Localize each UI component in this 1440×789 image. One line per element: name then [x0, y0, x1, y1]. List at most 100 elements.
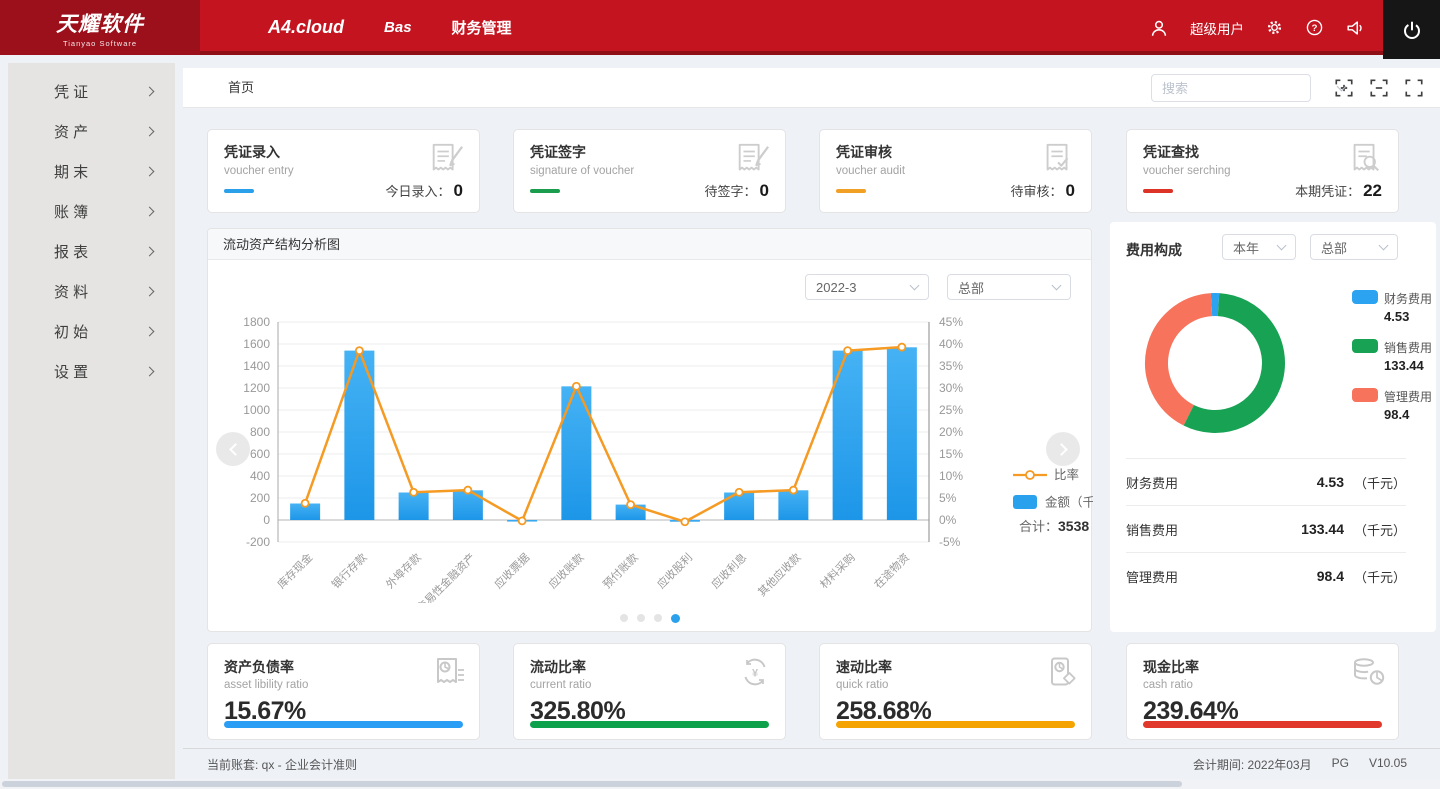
- chevron-down-icon: [910, 280, 920, 290]
- header-user-area: 超级用户 ?: [1149, 0, 1365, 55]
- svg-text:在途物资: 在途物资: [871, 550, 912, 591]
- sidebar-item-voucher[interactable]: 凭 证: [8, 71, 175, 111]
- svg-text:交易性金融资产: 交易性金融资产: [414, 550, 478, 603]
- expense-row: 财务费用 4.53 （千元）: [1126, 458, 1406, 505]
- card-voucher-search[interactable]: 凭证查找 voucher serching 本期凭证：22: [1126, 129, 1399, 213]
- chart-prev-button[interactable]: [216, 432, 250, 466]
- chevron-right-icon: [1055, 443, 1068, 456]
- accounting-period: 会计期间: 2022年03月: [1193, 756, 1312, 773]
- svg-text:金额（千元）: 金额（千元）: [1045, 495, 1093, 510]
- announcement-sound-icon[interactable]: [1345, 18, 1365, 38]
- svg-text:600: 600: [250, 447, 270, 461]
- sidebar-item-settings[interactable]: 设 置: [8, 351, 175, 391]
- header-nav: A4.cloud Bas 财务管理: [268, 0, 512, 55]
- expense-year-select[interactable]: 本年: [1222, 234, 1296, 260]
- horizontal-scrollbar-thumb[interactable]: [2, 781, 1182, 787]
- card-voucher-entry[interactable]: 凭证录入 voucher entry 今日录入：0: [207, 129, 480, 213]
- logout-power-button[interactable]: [1383, 0, 1440, 59]
- tab-home[interactable]: 首页: [228, 68, 254, 108]
- ratio-bar: [530, 721, 769, 728]
- accent-dash: [1143, 189, 1173, 193]
- app-header: 天耀软件 Tianyao Software A4.cloud Bas 财务管理 …: [0, 0, 1440, 55]
- stat-value: 0: [1066, 181, 1075, 200]
- svg-text:400: 400: [250, 469, 270, 483]
- search-select[interactable]: [1151, 74, 1311, 102]
- zoom-out-frame-icon[interactable]: [1369, 78, 1389, 98]
- chart-next-button[interactable]: [1046, 432, 1080, 466]
- search-input[interactable]: [1162, 81, 1338, 96]
- document-pen-icon: [731, 142, 773, 183]
- flow-assets-bar-line-chart: -200-5%00%2005%40010%60015%80020%100025%…: [208, 303, 1093, 603]
- card-voucher-audit[interactable]: 凭证审核 voucher audit 待审核：0: [819, 129, 1092, 213]
- footer-version: V10.05: [1369, 756, 1407, 773]
- legend-swatch: [1352, 290, 1378, 304]
- svg-text:5%: 5%: [939, 491, 957, 505]
- card-voucher-signature[interactable]: 凭证签字 signature of voucher 待签字：0: [513, 129, 786, 213]
- nav-item-finance[interactable]: 财务管理: [452, 17, 512, 38]
- stat-value: 22: [1363, 181, 1382, 200]
- refresh-yen-icon: ¥: [737, 656, 773, 693]
- document-pen-icon: [425, 142, 467, 183]
- svg-text:材料采购: 材料采购: [817, 550, 858, 591]
- help-icon[interactable]: ?: [1305, 18, 1324, 37]
- expense-org-select[interactable]: 总部: [1310, 234, 1398, 260]
- chevron-right-icon: [145, 206, 155, 216]
- fullscreen-icon[interactable]: [1404, 78, 1424, 98]
- svg-text:20%: 20%: [939, 425, 963, 439]
- expense-donut-chart: [1140, 288, 1290, 438]
- svg-text:应收利息: 应收利息: [708, 550, 749, 591]
- pagination-dot[interactable]: [671, 614, 680, 623]
- svg-text:应收账款: 应收账款: [545, 550, 586, 591]
- svg-text:外埠存款: 外埠存款: [383, 550, 424, 591]
- stat-value: 0: [760, 181, 769, 200]
- document-search-icon: [1344, 142, 1386, 183]
- svg-text:库存现金: 库存现金: [274, 550, 315, 591]
- svg-text:预付账款: 预付账款: [600, 550, 641, 591]
- card-quick-ratio: 速动比率 quick ratio 258.68%: [819, 643, 1092, 740]
- ratio-bar: [224, 721, 463, 728]
- period-select[interactable]: 2022-3: [805, 274, 929, 300]
- pagination-dot[interactable]: [654, 614, 662, 622]
- svg-text:比率: 比率: [1054, 467, 1079, 482]
- logo-title: 天耀软件: [56, 8, 144, 38]
- svg-text:30%: 30%: [939, 381, 963, 395]
- chevron-right-icon: [145, 86, 155, 96]
- settings-gear-icon[interactable]: [1265, 18, 1284, 37]
- pagination-dot[interactable]: [620, 614, 628, 622]
- expense-row: 销售费用 133.44 （千元）: [1126, 505, 1406, 552]
- nav-item-bas[interactable]: Bas: [384, 19, 412, 36]
- user-icon[interactable]: [1149, 18, 1169, 38]
- svg-text:10%: 10%: [939, 469, 963, 483]
- sidebar-item-data[interactable]: 资 料: [8, 271, 175, 311]
- legend-swatch: [1352, 339, 1378, 353]
- chevron-down-icon: [1052, 280, 1062, 290]
- flow-assets-panel: 流动资产结构分析图 2022-3 总部 -200-5%00%2005%40010…: [207, 228, 1092, 632]
- svg-text:45%: 45%: [939, 315, 963, 329]
- sidebar-item-period-end[interactable]: 期 末: [8, 151, 175, 191]
- chevron-down-icon: [1379, 240, 1389, 250]
- nav-item-a4cloud[interactable]: A4.cloud: [268, 17, 344, 38]
- chevron-right-icon: [145, 286, 155, 296]
- current-username[interactable]: 超级用户: [1190, 18, 1244, 38]
- svg-text:1000: 1000: [243, 403, 270, 417]
- tablet-pie-icon: [1043, 656, 1079, 693]
- donut-legend: 财务费用 4.53 销售费用 133.44 管理费用 98.4: [1352, 290, 1432, 437]
- pagination-dot[interactable]: [637, 614, 645, 622]
- logo-subtitle: Tianyao Software: [63, 39, 137, 48]
- footer-pg: PG: [1332, 756, 1349, 773]
- svg-text:15%: 15%: [939, 447, 963, 461]
- svg-text:800: 800: [250, 425, 270, 439]
- svg-text:1200: 1200: [243, 381, 270, 395]
- sidebar-item-reports[interactable]: 报 表: [8, 231, 175, 271]
- horizontal-scrollbar-track: [0, 779, 1440, 789]
- svg-text:应收票据: 应收票据: [491, 550, 532, 591]
- legend-item: 销售费用 133.44: [1352, 339, 1432, 373]
- svg-text:¥: ¥: [752, 668, 759, 680]
- sidebar-item-assets[interactable]: 资 产: [8, 111, 175, 151]
- legend-item: 财务费用 4.53: [1352, 290, 1432, 324]
- svg-text:1600: 1600: [243, 337, 270, 351]
- sidebar-item-initial[interactable]: 初 始: [8, 311, 175, 351]
- sidebar-item-ledgers[interactable]: 账 簿: [8, 191, 175, 231]
- accent-dash: [224, 189, 254, 193]
- org-select[interactable]: 总部: [947, 274, 1071, 300]
